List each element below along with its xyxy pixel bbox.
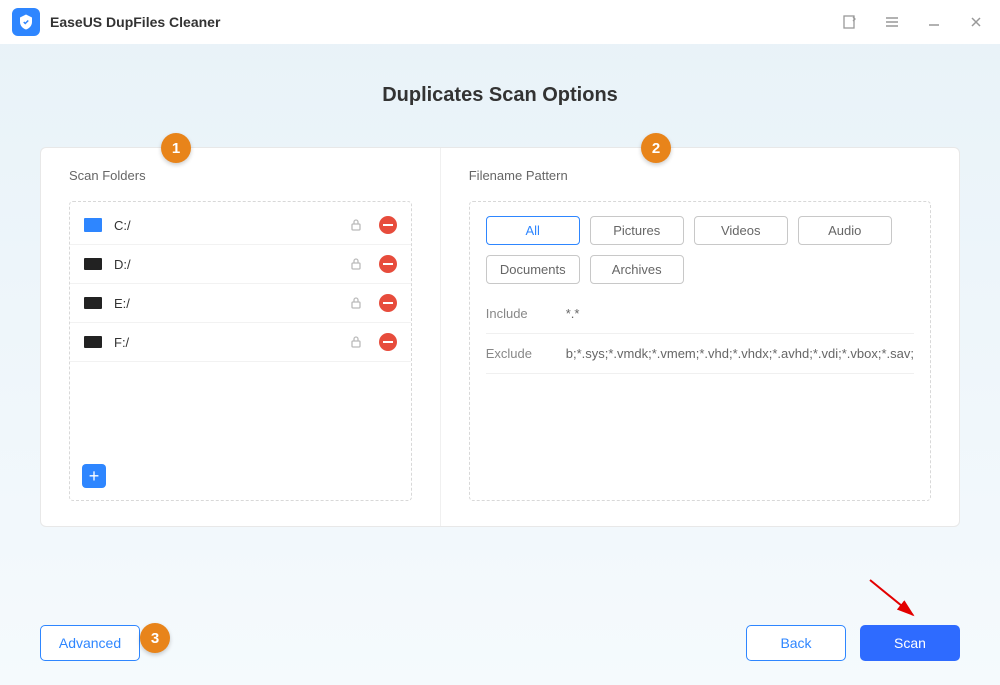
note-icon[interactable] xyxy=(838,10,862,34)
minimize-icon[interactable] xyxy=(922,10,946,34)
remove-folder-button[interactable] xyxy=(379,255,397,273)
titlebar: EaseUS DupFiles Cleaner xyxy=(0,0,1000,44)
category-row: All Pictures Videos Audio xyxy=(486,216,914,245)
options-panels: 1 2 Scan Folders C:/ D:/ xyxy=(40,147,960,527)
category-pictures[interactable]: Pictures xyxy=(590,216,684,245)
window-controls xyxy=(838,10,988,34)
annotation-marker-1: 1 xyxy=(161,133,191,163)
annotation-marker-2: 2 xyxy=(641,133,671,163)
lock-icon[interactable] xyxy=(347,255,365,273)
drive-label: E:/ xyxy=(114,296,347,311)
scan-folders-panel: Scan Folders C:/ D:/ E:/ xyxy=(41,148,440,526)
back-button[interactable]: Back xyxy=(746,625,846,661)
folder-row[interactable]: C:/ xyxy=(70,206,411,245)
include-value: *.* xyxy=(566,306,914,321)
remove-folder-button[interactable] xyxy=(379,294,397,312)
drive-label: F:/ xyxy=(114,335,347,350)
category-audio[interactable]: Audio xyxy=(798,216,892,245)
add-folder-button[interactable]: + xyxy=(82,464,106,488)
drive-icon xyxy=(84,258,102,270)
lock-icon[interactable] xyxy=(347,333,365,351)
menu-icon[interactable] xyxy=(880,10,904,34)
exclude-field[interactable]: Exclude b;*.sys;*.vmdk;*.vmem;*.vhd;*.vh… xyxy=(486,334,914,374)
drive-label: C:/ xyxy=(114,218,347,233)
folder-row[interactable]: D:/ xyxy=(70,245,411,284)
include-field[interactable]: Include *.* xyxy=(486,294,914,334)
exclude-label: Exclude xyxy=(486,346,566,361)
drive-label: D:/ xyxy=(114,257,347,272)
category-archives[interactable]: Archives xyxy=(590,255,684,284)
lock-icon[interactable] xyxy=(347,294,365,312)
drive-icon xyxy=(84,218,102,232)
category-documents[interactable]: Documents xyxy=(486,255,580,284)
footer: Advanced Back Scan xyxy=(40,625,960,661)
remove-folder-button[interactable] xyxy=(379,333,397,351)
filename-pattern-title: Filename Pattern xyxy=(469,168,931,183)
filename-pattern-panel: Filename Pattern All Pictures Videos Aud… xyxy=(440,148,959,526)
lock-icon[interactable] xyxy=(347,216,365,234)
folder-list: C:/ D:/ E:/ F:/ xyxy=(69,201,412,501)
advanced-button[interactable]: Advanced xyxy=(40,625,140,661)
annotation-arrow xyxy=(865,575,925,625)
app-logo xyxy=(12,8,40,36)
exclude-value: b;*.sys;*.vmdk;*.vmem;*.vhd;*.vhdx;*.avh… xyxy=(566,346,914,361)
category-row: Documents Archives xyxy=(486,255,914,284)
app-title: EaseUS DupFiles Cleaner xyxy=(50,14,220,30)
include-label: Include xyxy=(486,306,566,321)
page-title: Duplicates Scan Options xyxy=(40,84,960,107)
folder-row[interactable]: F:/ xyxy=(70,323,411,362)
drive-icon xyxy=(84,336,102,348)
folder-row[interactable]: E:/ xyxy=(70,284,411,323)
drive-icon xyxy=(84,297,102,309)
annotation-marker-3: 3 xyxy=(140,623,170,653)
scan-folders-title: Scan Folders xyxy=(69,168,412,183)
scan-button[interactable]: Scan xyxy=(860,625,960,661)
category-videos[interactable]: Videos xyxy=(694,216,788,245)
remove-folder-button[interactable] xyxy=(379,216,397,234)
close-icon[interactable] xyxy=(964,10,988,34)
category-all[interactable]: All xyxy=(486,216,580,245)
pattern-box: All Pictures Videos Audio Documents Arch… xyxy=(469,201,931,501)
